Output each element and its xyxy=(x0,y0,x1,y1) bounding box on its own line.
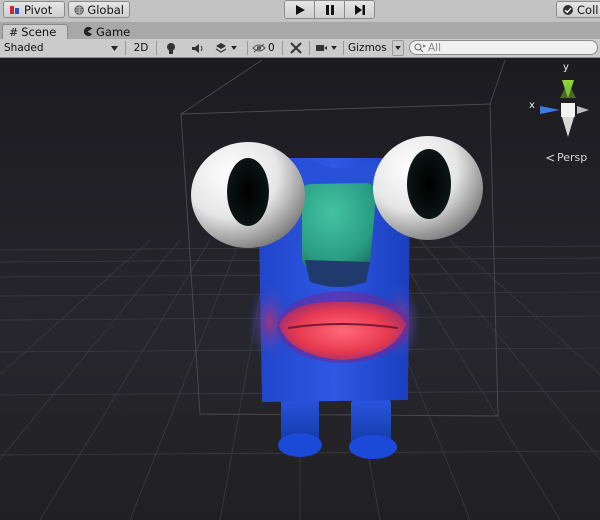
dropdown-arrow-icon xyxy=(331,46,337,50)
pivot-icon xyxy=(10,5,19,14)
search-icon xyxy=(414,43,426,52)
pivot-button[interactable]: Pivot xyxy=(3,1,65,18)
camera-dropdown[interactable] xyxy=(315,40,341,56)
global-label: Global xyxy=(87,2,124,17)
scene-viewport[interactable]: y x Persp xyxy=(0,58,600,520)
pause-button[interactable] xyxy=(314,0,345,19)
collab-label: Coll xyxy=(577,2,599,17)
speaker-icon xyxy=(191,43,202,53)
check-circle-icon xyxy=(563,4,573,15)
gizmos-dropdown-toggle[interactable] xyxy=(392,40,404,56)
camera-icon xyxy=(316,45,327,51)
gizmo-y-label: y xyxy=(563,62,569,73)
globe-icon xyxy=(74,4,84,15)
projection-toggle[interactable]: Persp xyxy=(545,151,587,164)
scene-search-field[interactable]: All xyxy=(409,40,598,55)
play-icon xyxy=(295,4,305,15)
dropdown-arrow-icon xyxy=(111,45,118,51)
character-nose-shadow xyxy=(305,260,370,287)
search-placeholder: All xyxy=(428,41,442,54)
gizmo-center-cube[interactable] xyxy=(561,103,575,117)
dropdown-arrow-icon xyxy=(231,46,237,50)
gizmos-button[interactable]: Gizmos xyxy=(348,40,388,56)
character-right-pupil xyxy=(407,149,451,219)
lighting-toggle[interactable] xyxy=(163,40,179,56)
hidden-objects-toggle[interactable]: 0 xyxy=(252,40,278,56)
eye-slash-icon xyxy=(252,43,266,53)
tab-scene-label: Scene xyxy=(21,25,57,39)
character-nose xyxy=(301,183,377,268)
play-button[interactable] xyxy=(284,0,315,19)
divider xyxy=(125,41,126,55)
pivot-label: Pivot xyxy=(24,2,53,17)
character-left-foot xyxy=(278,433,322,457)
draw-mode-dropdown[interactable]: Shaded xyxy=(4,40,120,56)
divider xyxy=(343,41,344,55)
step-button[interactable] xyxy=(344,0,375,19)
collab-button[interactable]: Coll xyxy=(556,1,600,18)
2d-label: 2D xyxy=(133,42,149,54)
persp-chevron-icon xyxy=(545,154,555,161)
scene-toolbar: Shaded 2D 0 Gizmos All xyxy=(0,39,600,58)
gizmos-label: Gizmos xyxy=(348,42,387,54)
tools-icon xyxy=(290,42,302,54)
tab-scene[interactable]: # Scene xyxy=(2,24,68,39)
character-left-pupil xyxy=(227,158,269,226)
character-right-foot xyxy=(349,435,397,459)
tab-bar: # Scene Game xyxy=(0,22,600,39)
layers-icon xyxy=(215,43,227,53)
pacman-icon xyxy=(83,26,93,37)
divider xyxy=(156,41,157,55)
projection-label: Persp xyxy=(557,151,588,164)
divider xyxy=(247,41,248,55)
main-toolbar: Pivot Global Coll xyxy=(0,0,600,23)
tab-game-label: Game xyxy=(96,24,131,39)
2d-toggle-button[interactable]: 2D xyxy=(130,40,152,56)
effects-dropdown[interactable] xyxy=(215,40,243,56)
lightbulb-icon xyxy=(167,42,175,54)
global-button[interactable]: Global xyxy=(68,1,130,18)
draw-mode-value: Shaded xyxy=(4,42,44,54)
divider xyxy=(309,41,310,55)
step-icon xyxy=(354,4,365,15)
audio-toggle[interactable] xyxy=(189,40,205,56)
tools-toggle[interactable] xyxy=(288,40,304,56)
dropdown-arrow-icon xyxy=(395,46,401,50)
tab-game[interactable]: Game xyxy=(76,24,136,39)
divider xyxy=(282,41,283,55)
scene-canvas[interactable] xyxy=(0,58,600,520)
gizmo-x-label: x xyxy=(529,100,535,111)
grid-icon: # xyxy=(9,25,19,39)
hidden-count: 0 xyxy=(268,42,275,54)
pause-icon xyxy=(325,4,334,15)
playback-controls xyxy=(284,0,375,19)
